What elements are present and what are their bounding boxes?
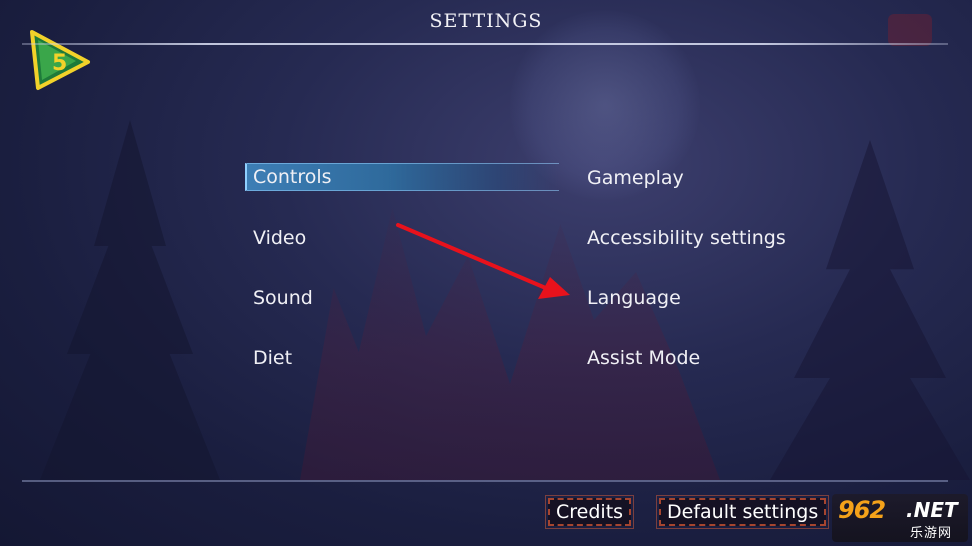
red-arrow-icon: [396, 223, 570, 299]
watermark-chinese: 乐游网: [910, 526, 953, 541]
background-tree-right: [770, 140, 970, 480]
menu-item-gameplay[interactable]: Gameplay: [581, 165, 690, 191]
watermark-number: 962: [838, 496, 886, 524]
menu-item-assist-mode[interactable]: Assist Mode: [581, 345, 706, 371]
watermark-suffix: .NET: [906, 498, 958, 522]
background-castle-silhouette: [300, 208, 720, 480]
bottom-divider: [22, 480, 948, 482]
triangle-5-logo-icon: 5: [30, 30, 90, 90]
background-tree-left: [40, 120, 220, 480]
credits-button[interactable]: Credits: [544, 495, 635, 529]
default-settings-button[interactable]: Default settings: [655, 495, 830, 529]
menu-item-diet[interactable]: Diet: [247, 345, 298, 371]
menu-item-language[interactable]: Language: [581, 285, 687, 311]
page-title: SETTINGS: [429, 10, 543, 32]
site-watermark: 962 .NET 乐游网: [832, 494, 968, 542]
menu-item-video[interactable]: Video: [247, 225, 312, 251]
logo-number: 5: [52, 51, 67, 76]
menu-item-sound[interactable]: Sound: [247, 285, 319, 311]
menu-item-controls[interactable]: Controls: [245, 163, 559, 191]
menu-item-accessibility-settings[interactable]: Accessibility settings: [581, 225, 792, 251]
top-divider: [22, 43, 948, 45]
